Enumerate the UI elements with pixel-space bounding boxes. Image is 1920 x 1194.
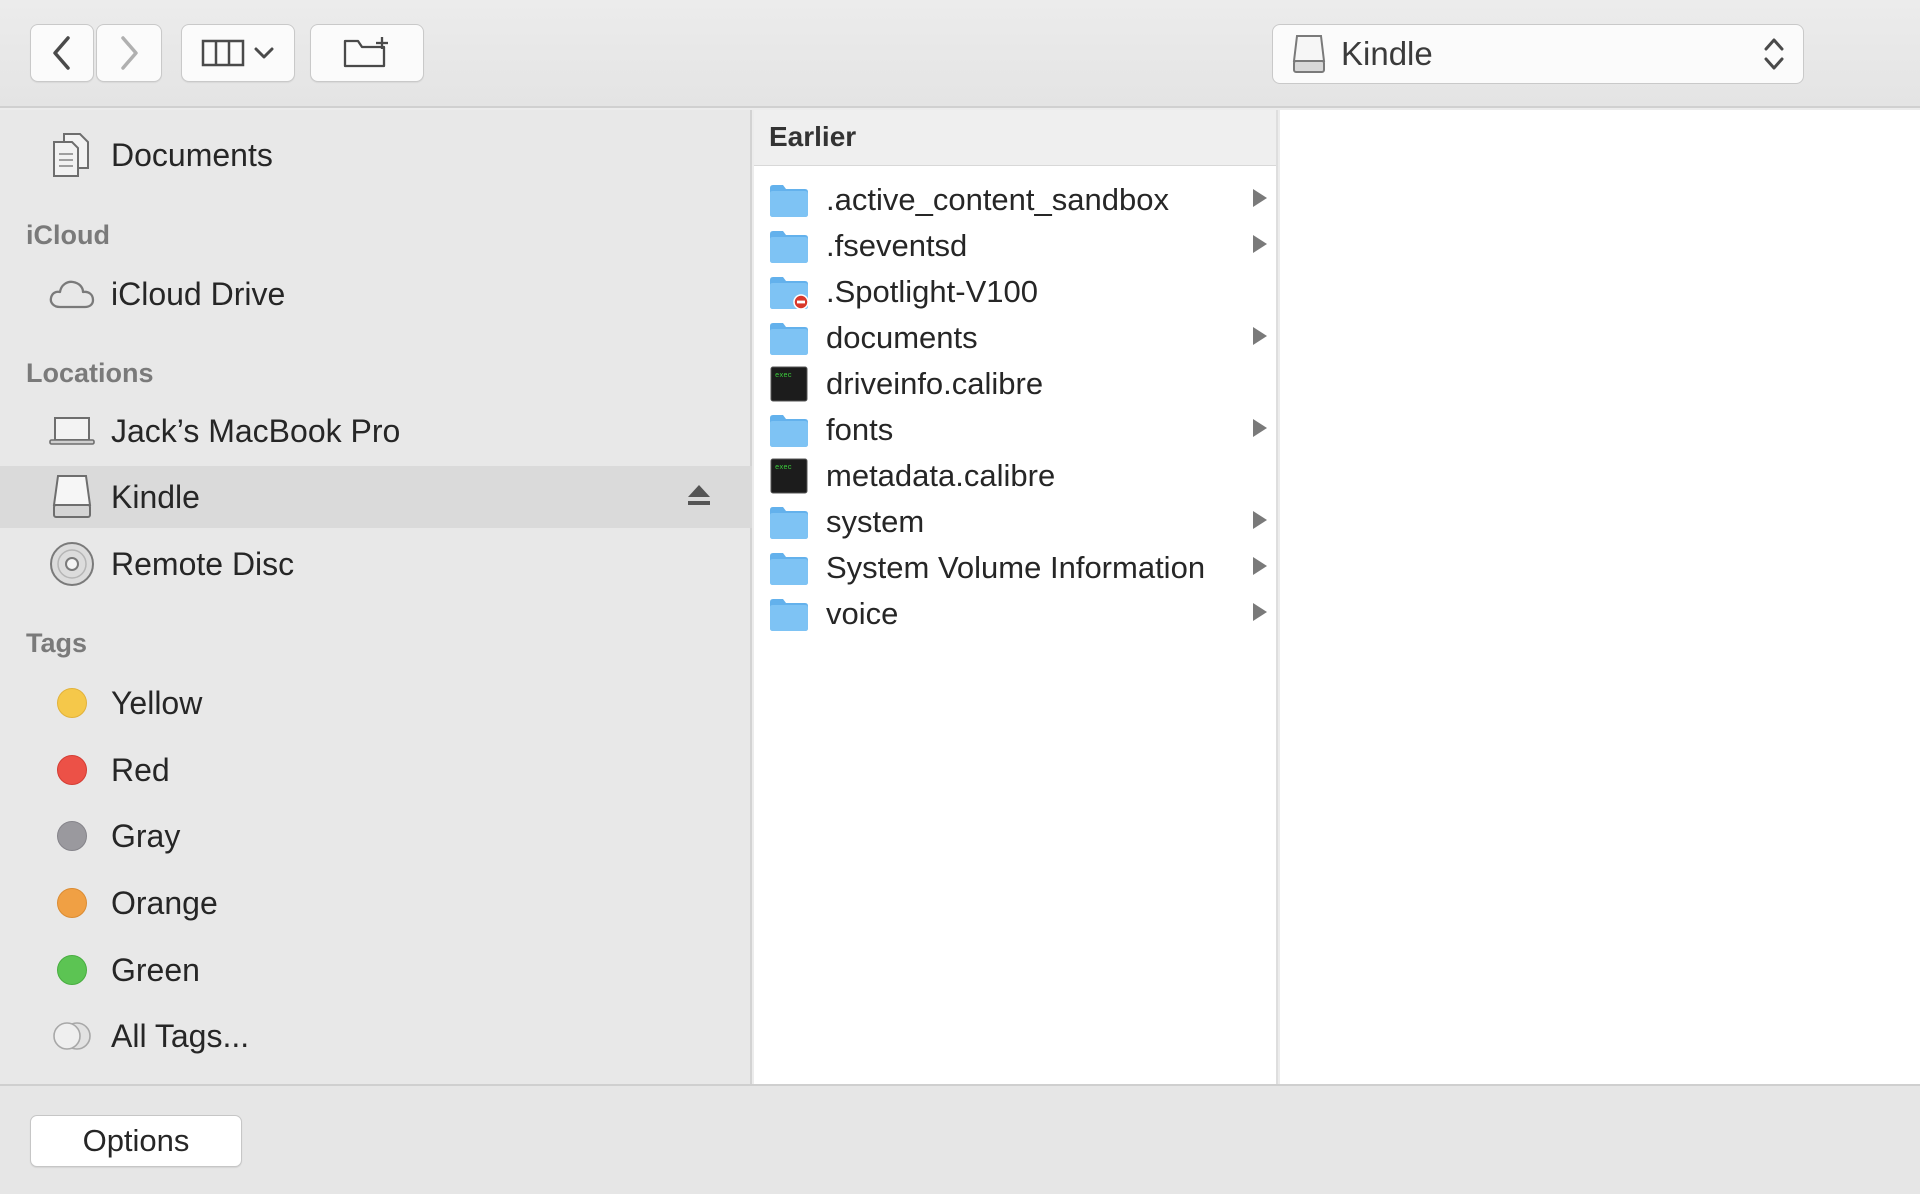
folder-icon: [769, 412, 809, 448]
file-row[interactable]: system: [754, 500, 1276, 546]
file-row[interactable]: exec metadata.calibre: [754, 454, 1276, 500]
sidebar-item-label: Green: [111, 951, 200, 988]
disc-icon: [48, 540, 96, 588]
file-name: .Spotlight-V100: [826, 274, 1038, 309]
file-name: fonts: [826, 412, 894, 447]
file-name: metadata.calibre: [826, 458, 1056, 493]
executable-file-icon: exec: [769, 366, 809, 402]
file-name: system: [826, 504, 925, 539]
open-dialog-window: Kindle Documents iCloud iCloud Drive Loc…: [0, 0, 1920, 1194]
column-header: Earlier: [754, 110, 1276, 166]
file-name: driveinfo.calibre: [826, 366, 1044, 401]
sidebar-tag-gray[interactable]: Gray: [0, 805, 752, 867]
updown-arrows-icon: [1764, 38, 1784, 70]
options-button[interactable]: Options: [30, 1115, 242, 1167]
sidebar-item-macbook-pro[interactable]: Jack’s MacBook Pro: [0, 400, 752, 462]
folder-icon: [769, 550, 809, 586]
disclosure-arrow-icon: [1253, 419, 1267, 437]
sidebar-section-tags: Tags: [26, 628, 88, 658]
disclosure-arrow-icon: [1253, 235, 1267, 253]
file-row[interactable]: .active_content_sandbox: [754, 178, 1276, 224]
folder-icon: [769, 182, 809, 218]
file-row[interactable]: .Spotlight-V100: [754, 270, 1276, 316]
sidebar-item-label: All Tags...: [111, 1017, 250, 1054]
sidebar-item-kindle[interactable]: Kindle: [0, 466, 752, 528]
external-drive-icon: [1292, 35, 1326, 73]
chevron-right-icon: [121, 36, 138, 70]
executable-file-icon: exec: [769, 458, 809, 494]
chevron-down-icon: [254, 47, 274, 59]
tag-yellow-icon: [48, 679, 96, 727]
file-row[interactable]: voice: [754, 592, 1276, 638]
file-name: voice: [826, 596, 899, 631]
file-name: documents: [826, 320, 978, 355]
disclosure-arrow-icon: [1253, 327, 1267, 345]
disclosure-arrow-icon: [1253, 511, 1267, 529]
disclosure-arrow-icon: [1253, 189, 1267, 207]
sidebar-item-label: Kindle: [111, 478, 200, 515]
sidebar-item-label: Remote Disc: [111, 545, 295, 582]
preview-column: [1280, 110, 1920, 1084]
sidebar-item-label: Orange: [111, 884, 218, 921]
folder-icon: [769, 596, 809, 632]
tag-gray-icon: [48, 812, 96, 860]
sidebar-item-documents[interactable]: Documents: [0, 124, 752, 186]
sidebar-item-remote-disc[interactable]: Remote Disc: [0, 533, 752, 595]
file-row[interactable]: exec driveinfo.calibre: [754, 362, 1276, 408]
new-folder-button[interactable]: [310, 24, 424, 82]
restricted-folder-icon: [769, 274, 809, 310]
chevron-left-icon: [53, 36, 70, 70]
file-row[interactable]: fonts: [754, 408, 1276, 454]
location-label: Kindle: [1341, 35, 1433, 72]
sidebar-tag-green[interactable]: Green: [0, 939, 752, 1001]
file-name: .active_content_sandbox: [826, 182, 1169, 217]
sidebar-item-label: Documents: [111, 136, 273, 173]
sidebar-tag-yellow[interactable]: Yellow: [0, 672, 752, 734]
folder-icon: [769, 228, 809, 264]
eject-icon[interactable]: [686, 482, 712, 513]
bottom-bar: Options: [0, 1084, 1920, 1194]
sidebar-item-icloud-drive[interactable]: iCloud Drive: [0, 263, 752, 325]
toolbar: Kindle: [0, 0, 1920, 108]
folder-icon: [769, 504, 809, 540]
forward-button[interactable]: [96, 24, 162, 82]
view-mode-button[interactable]: [181, 24, 295, 82]
file-row[interactable]: .fseventsd: [754, 224, 1276, 270]
location-popup[interactable]: Kindle: [1272, 24, 1804, 84]
back-button[interactable]: [30, 24, 94, 82]
disclosure-arrow-icon: [1253, 557, 1267, 575]
tag-green-icon: [48, 946, 96, 994]
tag-orange-icon: [48, 879, 96, 927]
file-row[interactable]: System Volume Information: [754, 546, 1276, 592]
file-column: Earlier .active_content_sandbox .fsevent…: [754, 110, 1278, 1084]
svg-text:exec: exec: [775, 372, 792, 380]
file-row[interactable]: documents: [754, 316, 1276, 362]
sidebar-item-label: Yellow: [111, 684, 203, 721]
sidebar-item-all-tags[interactable]: All Tags...: [0, 1005, 752, 1067]
new-folder-icon: [343, 37, 388, 68]
sidebar-item-label: Gray: [111, 817, 181, 854]
sidebar-item-label: Jack’s MacBook Pro: [111, 412, 401, 449]
sidebar-section-icloud: iCloud: [26, 220, 110, 250]
file-name: .fseventsd: [826, 228, 968, 263]
sidebar: Documents iCloud iCloud Drive Locations …: [0, 110, 752, 1084]
file-name: System Volume Information: [826, 550, 1206, 585]
sidebar-tag-red[interactable]: Red: [0, 739, 752, 801]
sidebar-section-locations: Locations: [26, 358, 154, 388]
external-drive-icon: [48, 473, 96, 521]
sidebar-tag-orange[interactable]: Orange: [0, 872, 752, 934]
all-tags-icon: [48, 1012, 96, 1060]
column-view-icon: [201, 39, 245, 67]
cloud-icon: [48, 270, 96, 318]
folder-icon: [769, 320, 809, 356]
laptop-icon: [48, 407, 96, 455]
column-header-label: Earlier: [769, 121, 857, 152]
sidebar-item-label: Red: [111, 751, 170, 788]
sidebar-item-label: iCloud Drive: [111, 275, 286, 312]
documents-icon: [48, 131, 96, 179]
disclosure-arrow-icon: [1253, 603, 1267, 621]
svg-text:exec: exec: [775, 464, 792, 472]
tag-red-icon: [48, 746, 96, 794]
